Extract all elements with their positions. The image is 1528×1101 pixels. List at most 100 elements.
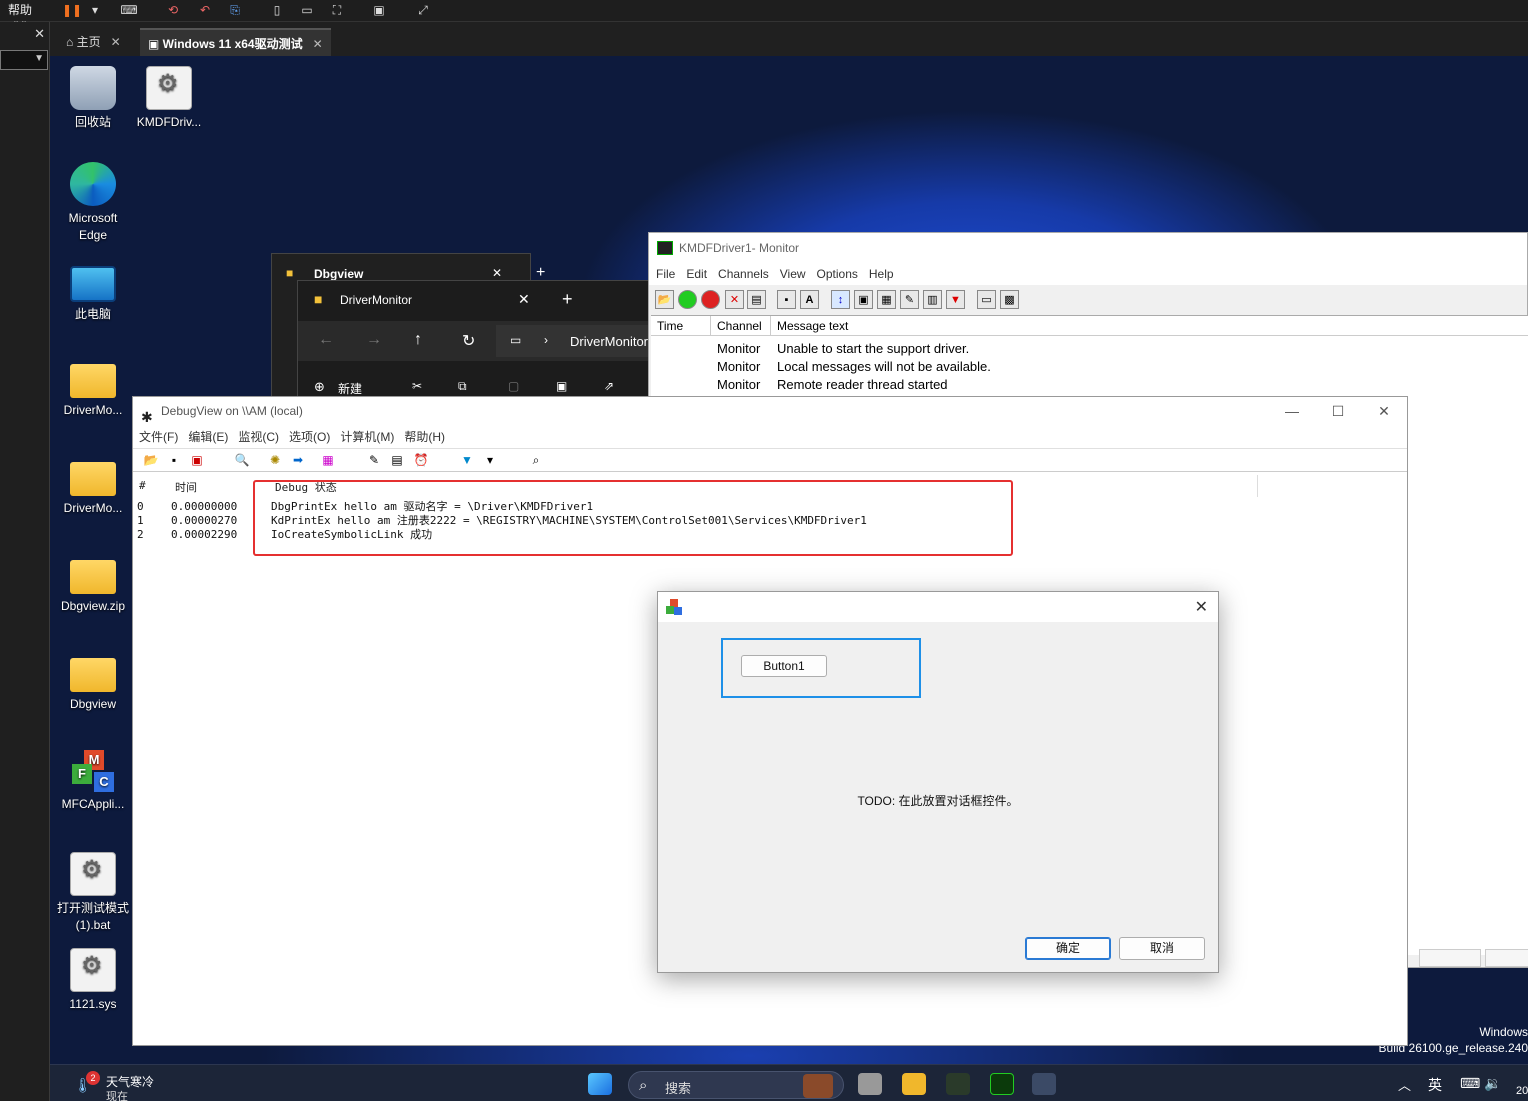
menu-help[interactable]: Help xyxy=(869,267,894,281)
maximize-icon[interactable]: ☐ xyxy=(1315,397,1361,425)
binoculars-icon[interactable]: ⌕ xyxy=(528,452,544,468)
explorer-window-drivermonitor[interactable]: ■ DriverMonitor ✕ + ← → ↑ ↻ ▭ › DriverMo… xyxy=(297,280,658,400)
close-icon[interactable]: ✕ xyxy=(34,26,45,42)
library-dropdown[interactable]: ▼ xyxy=(0,50,48,70)
desktop-icon-sys[interactable]: 1121.sys xyxy=(48,948,138,1013)
snapshot-icon[interactable]: ⟲ xyxy=(164,2,182,18)
menu-file[interactable]: File xyxy=(656,267,675,281)
log-icon[interactable]: ▦ xyxy=(877,290,896,309)
menu-edit[interactable]: 编辑(E) xyxy=(188,430,228,444)
close-icon[interactable]: ✕ xyxy=(1195,597,1208,617)
desktop-icon-dbgview[interactable]: Dbgview xyxy=(48,650,138,713)
task-view-icon[interactable] xyxy=(858,1073,882,1095)
edit-filter-icon[interactable]: ✎ xyxy=(366,452,382,468)
clock-icon[interactable]: ⏰ xyxy=(413,452,429,468)
revert-icon[interactable]: ↶ xyxy=(196,2,214,18)
chevron-down-icon[interactable]: ▾ xyxy=(86,2,104,18)
share-icon[interactable]: ⇗ xyxy=(604,379,614,393)
desktop-icon-this-pc[interactable]: 此电脑 xyxy=(48,262,138,323)
computer-icon[interactable]: ▭ xyxy=(977,290,996,309)
fullscreen-icon[interactable]: ⛶ xyxy=(328,2,346,18)
search-box[interactable]: ⌕ 搜索 xyxy=(628,1071,844,1099)
font-icon[interactable]: A xyxy=(800,290,819,309)
clear-icon[interactable]: ✕ xyxy=(725,290,744,309)
volume-icon[interactable]: 🔉 xyxy=(1484,1075,1501,1092)
close-icon[interactable]: ✕ xyxy=(111,35,121,49)
desktop-icon-edge[interactable]: Microsoft Edge xyxy=(48,162,138,244)
ime-indicator[interactable]: 英 xyxy=(1428,1075,1442,1095)
weather-widget[interactable]: 🌡 2 天气寒冷 现在 xyxy=(74,1071,164,1101)
view-split-icon[interactable]: ▭ xyxy=(298,2,316,18)
capture-icon[interactable]: ✺ xyxy=(267,452,283,468)
back-arrow-icon[interactable]: ← xyxy=(318,331,334,349)
refresh-icon[interactable]: ↻ xyxy=(462,331,475,351)
chevron-up-icon[interactable]: ︿ xyxy=(1398,1075,1411,1094)
stop-icon[interactable] xyxy=(701,290,720,309)
close-icon[interactable]: ✕ xyxy=(1361,397,1407,425)
timestamp-icon[interactable]: ▥ xyxy=(923,290,942,309)
new-tab-icon[interactable]: + xyxy=(562,289,573,310)
close-icon[interactable]: ✕ xyxy=(492,266,502,280)
open-folder-icon[interactable]: 📂 xyxy=(655,290,674,309)
file-explorer-icon[interactable] xyxy=(902,1073,926,1095)
autoscroll-icon[interactable]: ↕ xyxy=(831,290,850,309)
menu-edit[interactable]: Edit xyxy=(686,267,707,281)
edit-icon[interactable]: ✎ xyxy=(900,290,919,309)
history-icon[interactable]: ▤ xyxy=(389,452,405,468)
column-time[interactable]: 时间 xyxy=(175,479,197,495)
cut-icon[interactable]: ✂ xyxy=(412,379,422,393)
go-icon[interactable] xyxy=(678,290,697,309)
debugview-taskbar-icon[interactable] xyxy=(946,1073,970,1095)
save-icon[interactable]: ▪ xyxy=(166,452,182,468)
menu-channels[interactable]: Channels xyxy=(718,267,769,281)
view-sidebar-icon[interactable]: ▯ xyxy=(268,2,286,18)
clear-display-icon[interactable]: ▣ xyxy=(189,452,205,468)
highlight-icon[interactable]: ▼ xyxy=(459,452,475,468)
capture-icon[interactable]: ▣ xyxy=(854,290,873,309)
cancel-button[interactable]: 取消 xyxy=(1119,937,1205,960)
mfc-taskbar-icon[interactable] xyxy=(1032,1073,1056,1095)
desktop-icon-dbgview-zip[interactable]: Dbgview.zip xyxy=(48,552,138,615)
rename-icon[interactable]: ▣ xyxy=(556,379,567,393)
column-message[interactable]: Message text xyxy=(771,316,1528,336)
stretch-icon[interactable]: ⤢ xyxy=(414,2,432,18)
tab-windows-vm[interactable]: ▣ Windows 11 x64驱动测试 ✕ xyxy=(140,28,331,56)
console-icon[interactable]: ▣ xyxy=(370,2,388,18)
desktop-icon-kmdf[interactable]: KMDFDriv... xyxy=(124,66,214,131)
help-menu[interactable]: 帮助(H) xyxy=(0,2,40,33)
ok-button[interactable]: 确定 xyxy=(1025,937,1111,960)
clock[interactable]: 20 xyxy=(1516,1085,1528,1097)
minimize-icon[interactable]: — xyxy=(1269,397,1315,425)
menu-file[interactable]: 文件(F) xyxy=(139,430,178,444)
network-icon[interactable]: ⌨ xyxy=(1460,1075,1480,1092)
save-icon[interactable]: ▪ xyxy=(777,290,796,309)
autoscroll-icon[interactable]: ➡ xyxy=(290,452,306,468)
address-bar[interactable]: ▭ › DriverMonitor xyxy=(496,325,658,357)
menu-view[interactable]: View xyxy=(780,267,806,281)
menu-help[interactable]: 帮助(H) xyxy=(404,430,445,444)
new-button[interactable]: 新建 xyxy=(338,380,362,397)
desktop-icon-bat[interactable]: 打开测试模式(1).bat xyxy=(48,852,138,934)
menu-capture[interactable]: 监视(C) xyxy=(238,430,279,444)
copy-icon[interactable]: ⧉ xyxy=(458,379,467,394)
filter-icon[interactable]: ▾ xyxy=(482,452,498,468)
desktop-icon-drivermonitor[interactable]: DriverMo... xyxy=(48,454,138,517)
open-icon[interactable]: 📂 xyxy=(143,452,159,468)
close-icon[interactable]: ✕ xyxy=(313,37,323,51)
pause-icon[interactable]: ❚❚ xyxy=(62,2,82,18)
up-arrow-icon[interactable]: ↑ xyxy=(414,331,422,349)
paste-icon[interactable]: ▢ xyxy=(508,379,519,393)
desktop-icon-drivermonitor-zip[interactable]: DriverMo... xyxy=(48,356,138,419)
column-time[interactable]: Time xyxy=(651,316,711,336)
close-icon[interactable]: ✕ xyxy=(518,291,530,308)
menu-options[interactable]: Options xyxy=(817,267,858,281)
column-num[interactable]: # xyxy=(139,479,146,492)
start-icon[interactable] xyxy=(588,1073,612,1095)
monitor-taskbar-icon[interactable] xyxy=(990,1073,1014,1095)
find-icon[interactable]: 🔍 xyxy=(234,452,250,468)
manage-snapshot-icon[interactable]: ⎘ xyxy=(226,2,244,18)
send-keys-icon[interactable]: ⌨ xyxy=(120,2,138,18)
tab-home[interactable]: ⌂ 主页 ✕ xyxy=(58,28,129,56)
properties-icon[interactable]: ▤ xyxy=(747,290,766,309)
network-icon[interactable]: ▩ xyxy=(1000,290,1019,309)
